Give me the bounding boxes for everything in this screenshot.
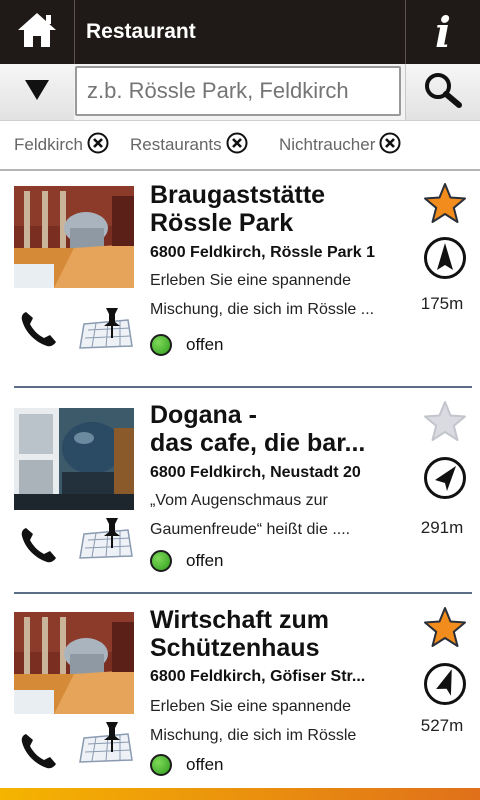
app-header: Restaurant i — [0, 0, 480, 64]
restaurant-photo — [14, 186, 134, 288]
status-label: offen — [186, 755, 224, 774]
star-filled-icon — [423, 607, 467, 654]
map-pin-icon — [78, 518, 134, 564]
page-title: Restaurant — [86, 20, 196, 43]
direction-indicator — [423, 662, 467, 711]
divider — [14, 592, 472, 594]
show-on-map-button[interactable] — [78, 720, 134, 769]
star-filled-icon — [423, 183, 467, 230]
star-outline-icon — [423, 401, 467, 448]
phone-icon — [18, 312, 60, 354]
restaurant-description: Erleben Sie eine spannende Mischung, die… — [150, 698, 357, 744]
filter-label: Nichtraucher — [279, 135, 376, 154]
search-bar — [0, 64, 480, 121]
show-on-map-button[interactable] — [78, 306, 134, 355]
home-button[interactable] — [0, 0, 75, 64]
remove-filter-icon[interactable] — [379, 132, 401, 159]
distance-label: 527m — [420, 716, 464, 735]
filter-chip-smoking[interactable]: Nichtraucher — [279, 132, 401, 159]
phone-icon — [18, 528, 60, 570]
show-on-map-button[interactable] — [78, 516, 134, 565]
list-item[interactable]: Braugaststätte Rössle Park 6800 Feldkirc… — [0, 170, 480, 390]
filter-label: Restaurants — [130, 135, 222, 154]
home-icon — [15, 10, 59, 55]
phone-icon — [18, 734, 60, 776]
restaurant-address: 6800 Feldkirch, Neustadt 20 — [150, 464, 361, 481]
status-badge: offen — [150, 754, 224, 776]
restaurant-name: Braugaststätte Rössle Park — [150, 181, 326, 237]
compass-arrow-icon — [423, 457, 467, 504]
filter-label: Feldkirch — [14, 135, 83, 154]
call-button[interactable] — [18, 308, 60, 355]
restaurant-photo — [14, 612, 134, 714]
status-label: offen — [186, 551, 224, 570]
restaurant-address: 6800 Feldkirch, Göfiser Str... — [150, 668, 366, 685]
distance-label: 291m — [420, 518, 464, 537]
call-button[interactable] — [18, 524, 60, 571]
status-open-icon — [150, 754, 172, 776]
search-button[interactable] — [405, 64, 480, 120]
restaurant-photo — [14, 408, 134, 510]
call-button[interactable] — [18, 730, 60, 777]
restaurant-description: Erleben Sie eine spannende Mischung, die… — [150, 272, 375, 318]
restaurant-address: 6800 Feldkirch, Rössle Park 1 — [150, 244, 376, 261]
search-icon — [421, 70, 465, 115]
filter-chip-location[interactable]: Feldkirch — [14, 132, 109, 159]
restaurant-name: Dogana - das cafe, die bar... — [150, 401, 366, 457]
list-item[interactable]: Dogana - das cafe, die bar... 6800 Feldk… — [0, 390, 480, 592]
restaurant-name: Wirtschaft zum Schützenhaus — [150, 606, 329, 662]
favorite-button[interactable] — [423, 182, 467, 231]
compass-arrow-icon — [423, 663, 467, 710]
direction-indicator — [423, 456, 467, 505]
triangle-down-icon — [24, 79, 50, 106]
status-badge: offen — [150, 334, 224, 356]
filter-bar: Feldkirch Restaurants Nichtraucher — [0, 121, 480, 171]
bottom-accent-bar — [0, 788, 480, 800]
favorite-button[interactable] — [423, 606, 467, 655]
status-open-icon — [150, 334, 172, 356]
search-input[interactable] — [75, 66, 401, 116]
status-open-icon — [150, 550, 172, 572]
status-badge: offen — [150, 550, 224, 572]
info-icon: i — [435, 7, 451, 57]
dropdown-button[interactable] — [0, 64, 74, 120]
status-label: offen — [186, 335, 224, 354]
info-button[interactable]: i — [405, 0, 480, 64]
direction-indicator — [423, 236, 467, 285]
map-pin-icon — [78, 722, 134, 768]
divider — [14, 386, 472, 388]
list-item[interactable]: Wirtschaft zum Schützenhaus 6800 Feldkir… — [0, 596, 480, 788]
favorite-button[interactable] — [423, 400, 467, 449]
filter-chip-category[interactable]: Restaurants — [130, 132, 248, 159]
remove-filter-icon[interactable] — [87, 132, 109, 159]
map-pin-icon — [78, 308, 134, 354]
remove-filter-icon[interactable] — [226, 132, 248, 159]
restaurant-description: „Vom Augenschmaus zur Gaumenfreude“ heiß… — [150, 492, 351, 538]
compass-arrow-icon — [423, 237, 467, 284]
distance-label: 175m — [420, 294, 464, 313]
